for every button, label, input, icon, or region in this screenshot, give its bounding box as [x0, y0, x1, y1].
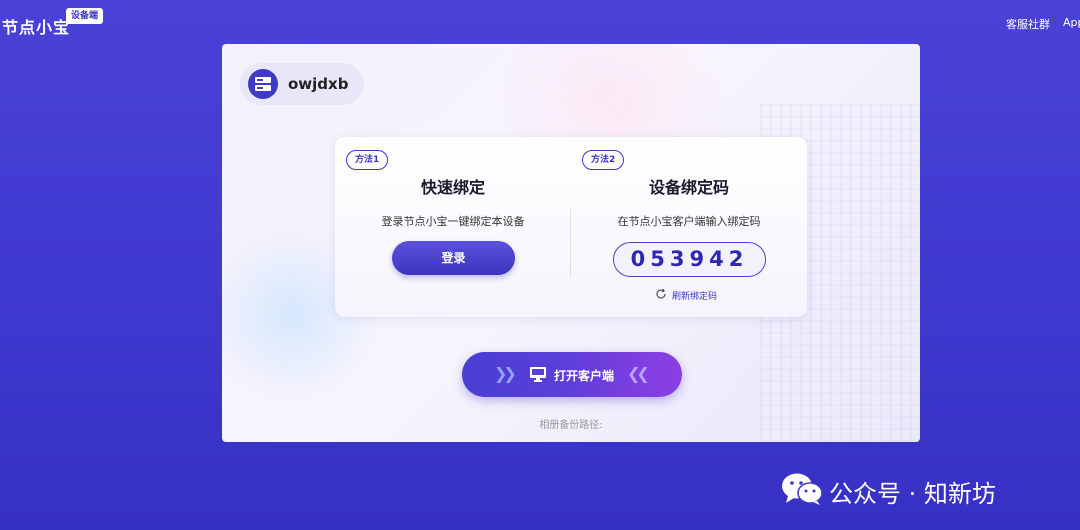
device-chip: owjdxb [240, 63, 364, 105]
open-client-button[interactable]: ❯❯ 打开客户端 ❮❮ [462, 352, 682, 397]
bind-code-desc: 在节点小宝客户端输入绑定码 [617, 215, 761, 228]
app-link[interactable]: App [1063, 16, 1080, 29]
refresh-code-label: 刷新绑定码 [672, 292, 718, 302]
refresh-icon [656, 288, 666, 299]
panel-divider [570, 209, 571, 277]
device-badge: 设备端 [66, 8, 104, 24]
chevrons-left-icon: ❮❮ [627, 364, 650, 383]
chevrons-right-icon: ❯❯ [494, 364, 517, 383]
method2-tag: 方法2 [582, 150, 625, 170]
main-card: owjdxb 方法1 方法2 快速绑定 设备绑定码 登录节点小宝一键绑定本设备 … [222, 44, 920, 442]
quick-bind-title: 快速绑定 [420, 178, 485, 197]
bind-panel: 方法1 方法2 快速绑定 设备绑定码 登录节点小宝一键绑定本设备 在节点小宝客户… [335, 137, 807, 317]
watermark-text: 公众号 · 知新坊 [829, 480, 996, 508]
community-link[interactable]: 客服社群 [1006, 16, 1050, 32]
server-icon [248, 69, 278, 99]
brand-name: 节点小宝 [2, 18, 71, 37]
login-button[interactable]: 登录 [392, 241, 515, 275]
bind-code-display: 053942 [613, 242, 766, 277]
bind-code-title: 设备绑定码 [648, 178, 729, 197]
quick-bind-desc: 登录节点小宝一键绑定本设备 [381, 215, 525, 228]
device-name: owjdxb [288, 75, 349, 93]
monitor-icon [530, 367, 546, 382]
backup-path-label: 相册备份路径: [539, 420, 603, 431]
open-client-label: 打开客户端 [554, 369, 615, 383]
wechat-icon [782, 473, 823, 505]
method1-tag: 方法1 [346, 150, 389, 170]
top-bar: 节点小宝 设备端 客服社群 App [0, 0, 1080, 44]
